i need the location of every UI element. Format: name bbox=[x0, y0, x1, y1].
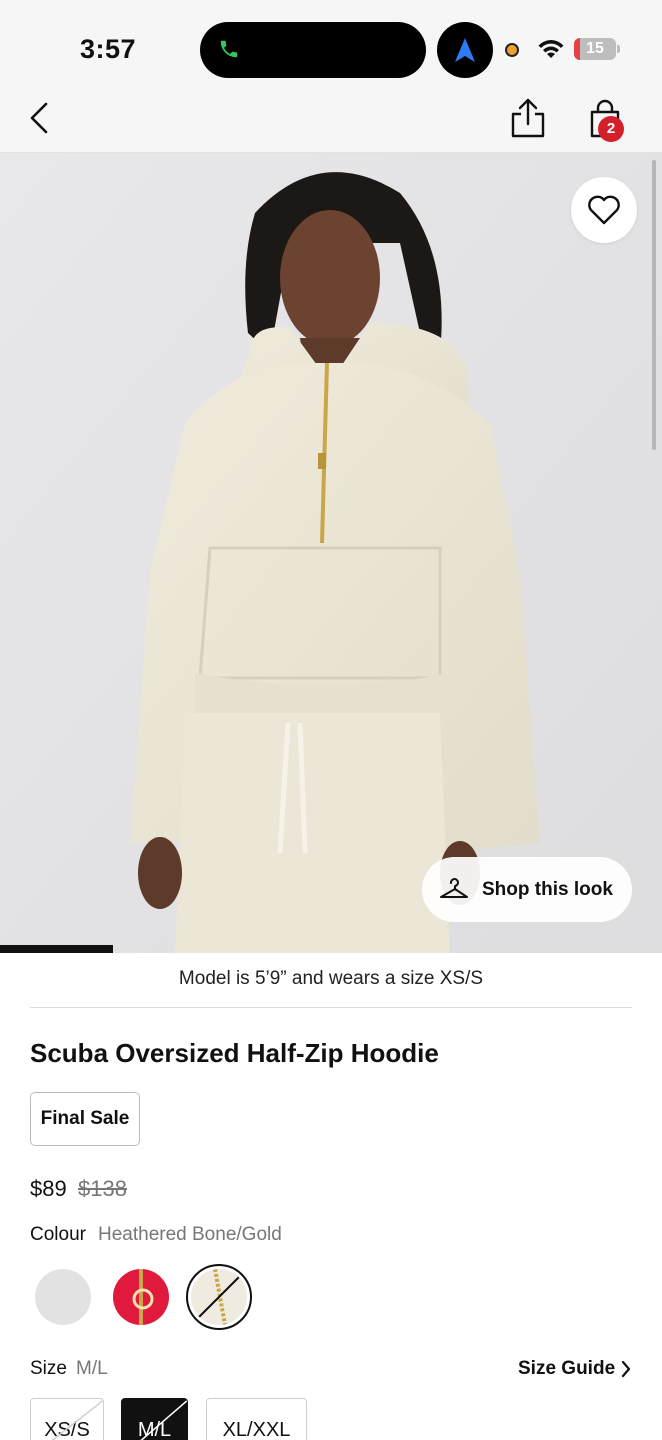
unavailable-slash-icon bbox=[198, 1269, 240, 1325]
dynamic-island[interactable] bbox=[200, 22, 426, 78]
battery-label: 15 bbox=[586, 40, 604, 57]
size-option-xs-s[interactable]: XS/S bbox=[30, 1398, 104, 1440]
colour-swatch-red[interactable] bbox=[113, 1269, 169, 1325]
wifi-icon bbox=[538, 40, 564, 58]
product-title: Scuba Oversized Half-Zip Hoodie bbox=[30, 1038, 439, 1068]
size-guide-link[interactable]: Size Guide bbox=[518, 1358, 615, 1380]
sale-price: $89 bbox=[30, 1176, 67, 1201]
colour-swatch-heathered-bone-gold[interactable] bbox=[191, 1269, 247, 1325]
battery-tip bbox=[617, 45, 620, 53]
shop-this-look-button[interactable]: Shop this look bbox=[422, 857, 632, 922]
back-chevron-icon[interactable] bbox=[24, 98, 60, 138]
original-price: $138 bbox=[78, 1176, 127, 1201]
size-value: M/L bbox=[76, 1358, 108, 1379]
navigation-arrow-icon bbox=[455, 38, 475, 62]
gallery-progress-bar bbox=[0, 945, 113, 953]
final-sale-badge: Final Sale bbox=[30, 1092, 140, 1146]
favorite-button[interactable] bbox=[571, 177, 637, 243]
product-image[interactable] bbox=[0, 153, 662, 953]
share-icon[interactable] bbox=[508, 96, 548, 140]
heart-icon bbox=[588, 195, 620, 225]
top-nav bbox=[0, 96, 662, 153]
navigation-indicator[interactable] bbox=[437, 22, 493, 78]
size-option-m-l[interactable]: M/L bbox=[121, 1398, 188, 1440]
battery-icon: 15 bbox=[574, 38, 616, 60]
shop-this-look-label: Shop this look bbox=[482, 879, 613, 900]
status-time: 3:57 bbox=[80, 34, 137, 64]
model-info: Model is 5’9” and wears a size XS/S bbox=[178, 968, 484, 989]
unavailable-slash-icon bbox=[140, 1399, 187, 1440]
unavailable-slash-icon bbox=[51, 1399, 103, 1440]
size-option-label: XL/XXL bbox=[222, 1419, 291, 1440]
hanger-icon bbox=[440, 878, 468, 898]
cart-count-badge: 2 bbox=[598, 116, 624, 142]
phone-call-icon bbox=[220, 40, 238, 58]
recording-dot-icon bbox=[505, 43, 519, 57]
colour-value: Heathered Bone/Gold bbox=[98, 1224, 282, 1245]
colour-swatch-heathered-grey[interactable] bbox=[35, 1269, 91, 1325]
model-photo bbox=[0, 153, 662, 953]
size-label: Size bbox=[30, 1358, 67, 1379]
colour-label: Colour bbox=[30, 1224, 86, 1245]
size-option-xl-xxl[interactable]: XL/XXL bbox=[206, 1398, 307, 1440]
status-bar: 3:57 15 bbox=[0, 0, 662, 96]
image-scroll-indicator bbox=[652, 160, 656, 450]
divider bbox=[30, 1007, 632, 1008]
zipper-pull-icon bbox=[132, 1269, 154, 1325]
chevron-right-icon[interactable] bbox=[620, 1360, 632, 1378]
